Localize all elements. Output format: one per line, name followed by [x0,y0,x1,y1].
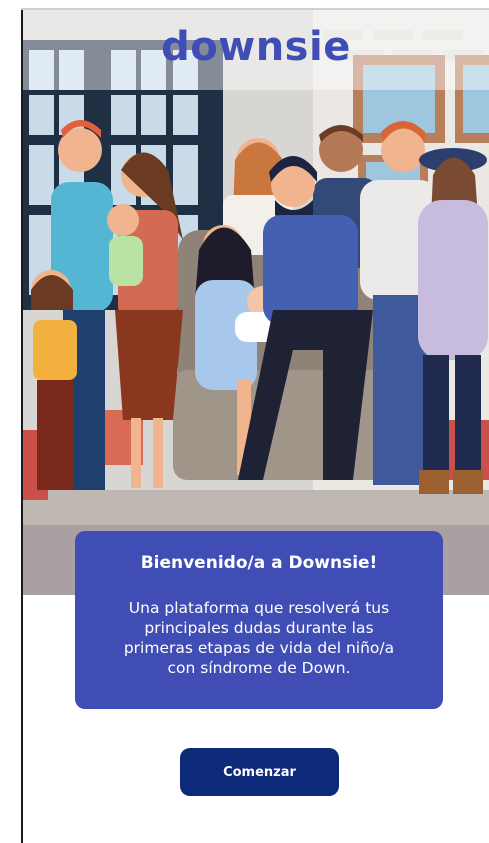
welcome-description: Una plataforma que resolverá tus princip… [123,599,395,677]
family-group-illustration [23,10,489,595]
start-button[interactable]: Comenzar [180,748,339,796]
welcome-card: Bienvenido/a a Downsie! Una plataforma q… [75,531,443,709]
welcome-title: Bienvenido/a a Downsie! [140,553,378,573]
onboarding-screen: downsie Bienvenido/a a Downsie! Una plat… [0,0,489,843]
app-logo: downsie [161,24,351,70]
